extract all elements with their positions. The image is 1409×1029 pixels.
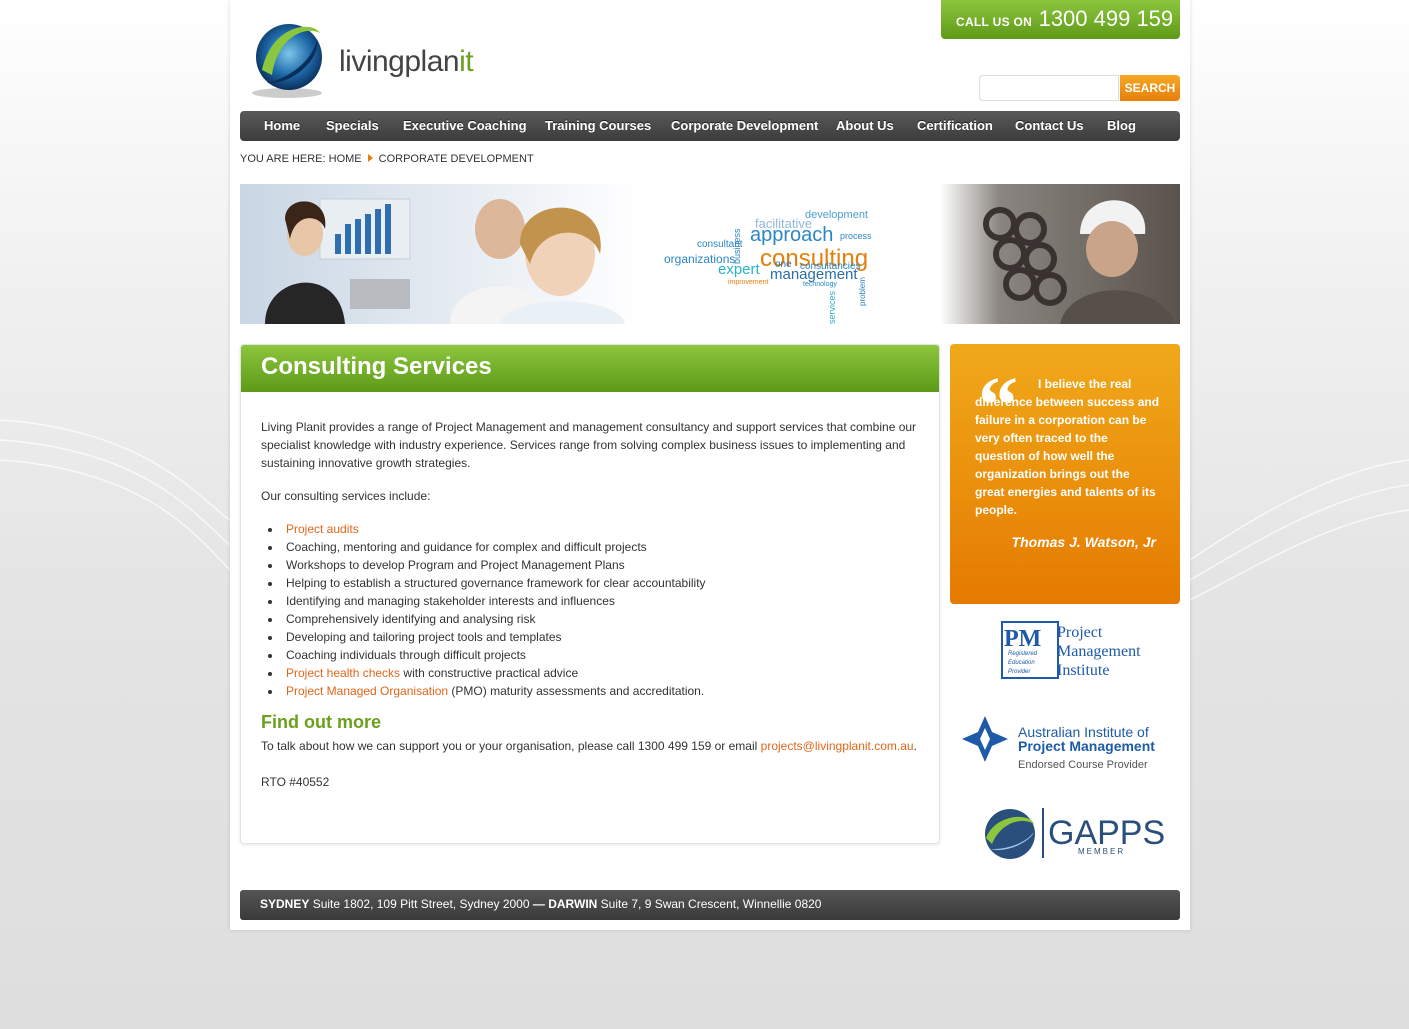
svg-text:Endorsed Course Provider: Endorsed Course Provider	[1018, 759, 1148, 771]
nav-item-about-us[interactable]: About Us	[836, 111, 894, 141]
search-button[interactable]: SEARCH	[1120, 75, 1180, 101]
banner-image: development approach consulting manageme…	[240, 184, 1180, 324]
svg-text:consultancies: consultancies	[800, 261, 861, 272]
hero-banner: development approach consulting manageme…	[240, 184, 1180, 324]
list-item: Workshops to develop Program and Project…	[268, 556, 919, 574]
nav-item-training-courses[interactable]: Training Courses	[545, 111, 651, 141]
nav-item-contact-us[interactable]: Contact Us	[1015, 111, 1084, 141]
find-out-more-heading: Find out more	[261, 712, 381, 732]
nav-item-specials[interactable]: Specials	[326, 111, 379, 141]
svg-text:problem: problem	[858, 277, 867, 306]
breadcrumb: YOU ARE HERE: HOME CORPORATE DEVELOPMENT	[240, 153, 534, 165]
footer-address-darwin: Suite 7, 9 Swan Crescent, Winnellie 0820	[600, 897, 822, 911]
pmi-logo[interactable]: PM Registered Education Provider Project…	[950, 618, 1180, 683]
svg-text:Project: Project	[1057, 624, 1103, 641]
main-nav: Home Specials Executive Coaching Trainin…	[240, 111, 1180, 141]
page-title: Consulting Services	[261, 353, 492, 380]
nav-item-home[interactable]: Home	[264, 111, 300, 141]
list-item-text: (PMO) maturity assessments and accredita…	[448, 684, 705, 698]
consulting-word-cloud: development approach consulting manageme…	[664, 209, 872, 324]
search-input[interactable]	[979, 75, 1119, 101]
page-container: livingplanit CALL US ON 1300 499 159 SEA…	[230, 0, 1190, 930]
svg-text:improvement: improvement	[728, 279, 769, 286]
nav-item-corporate-development[interactable]: Corporate Development	[671, 111, 818, 141]
svg-text:Management: Management	[1057, 643, 1141, 660]
email-link[interactable]: projects@livingplanit.com.au	[761, 739, 914, 753]
office-people-photo	[240, 184, 640, 324]
list-item-text: with constructive practical advice	[400, 666, 579, 680]
footer-bar: SYDNEY Suite 1802, 109 Pitt Street, Sydn…	[240, 890, 1180, 920]
list-item: Identifying and managing stakeholder int…	[268, 592, 919, 610]
footer-city-sydney: SYDNEY	[260, 897, 310, 911]
svg-text:MEMBER: MEMBER	[1078, 847, 1125, 856]
quote-author: Thomas J. Watson, Jr	[1011, 534, 1156, 550]
services-list: Project audits Coaching, mentoring and g…	[261, 520, 919, 700]
quote-text: I believe the real difference between su…	[975, 377, 1160, 517]
svg-text:technology: technology	[803, 281, 837, 288]
call-us-banner[interactable]: CALL US ON 1300 499 159	[941, 0, 1180, 39]
breadcrumb-current: CORPORATE DEVELOPMENT	[378, 153, 534, 165]
list-item: Helping to establish a structured govern…	[268, 574, 919, 592]
rto-number: RTO #40552	[261, 775, 330, 789]
footer-city-darwin: DARWIN	[548, 897, 598, 911]
svg-text:PM: PM	[1004, 626, 1041, 652]
services-intro: Our consulting services include:	[261, 489, 431, 503]
pmo-link[interactable]: Project Managed Organisation	[286, 684, 448, 698]
nav-item-blog[interactable]: Blog	[1107, 111, 1136, 141]
svg-text:Registered: Registered	[1008, 651, 1038, 657]
breadcrumb-home[interactable]: HOME	[329, 153, 362, 165]
gapps-logo-image: GAPPS MEMBER	[985, 808, 1165, 859]
logo-wordmark: livingplanit	[339, 45, 474, 78]
pmi-logo-image: PM Registered Education Provider Project…	[1001, 621, 1141, 679]
list-item: Coaching, mentoring and guidance for com…	[268, 538, 919, 556]
breadcrumb-arrow-icon	[367, 154, 373, 162]
svg-text:facilitative: facilitative	[755, 216, 812, 231]
phone-number[interactable]: 1300 499 159	[1039, 6, 1174, 31]
svg-text:Education: Education	[1008, 660, 1035, 666]
site-logo[interactable]: livingplanit	[242, 15, 474, 100]
svg-text:one: one	[775, 259, 792, 270]
list-item: Developing and tailoring project tools a…	[268, 628, 919, 646]
nav-item-certification[interactable]: Certification	[917, 111, 993, 141]
project-audits-link[interactable]: Project audits	[286, 522, 359, 536]
list-item: Comprehensively identifying and analysin…	[268, 610, 919, 628]
nav-item-executive-coaching[interactable]: Executive Coaching	[403, 111, 527, 141]
project-health-checks-link[interactable]: Project health checks	[286, 666, 400, 680]
svg-text:Project Management: Project Management	[1018, 738, 1155, 754]
breadcrumb-prefix: YOU ARE HERE:	[240, 153, 326, 165]
aipm-logo-image: Australian Institute of Project Manageme…	[962, 716, 1155, 771]
contact-text: To talk about how we can support you or …	[261, 739, 758, 753]
svg-text:development: development	[805, 209, 868, 221]
footer-address-sydney: Suite 1802, 109 Pitt Street, Sydney 2000	[312, 897, 530, 911]
svg-text:Institute: Institute	[1057, 662, 1109, 679]
svg-text:Provider: Provider	[1008, 669, 1031, 675]
gapps-logo[interactable]: GAPPS MEMBER	[950, 804, 1180, 862]
intro-paragraph: Living Planit provides a range of Projec…	[261, 420, 917, 470]
globe-logo-icon	[252, 24, 322, 98]
svg-text:services: services	[827, 290, 837, 324]
worker-photo	[940, 184, 1180, 324]
call-us-label: CALL US ON	[956, 15, 1033, 29]
main-content-panel: Consulting Services Living Planit provid…	[240, 344, 940, 844]
list-item: Project audits	[268, 520, 919, 538]
main-header: Consulting Services	[241, 345, 939, 392]
svg-text:business: business	[732, 228, 742, 264]
list-item: Project health checks with constructive …	[268, 664, 919, 682]
contact-text-end: .	[913, 739, 917, 753]
list-item: Project Managed Organisation (PMO) matur…	[268, 682, 919, 700]
quote-box: “ I believe the real difference between …	[950, 344, 1180, 604]
contact-paragraph: To talk about how we can support you or …	[261, 737, 919, 755]
list-item: Coaching individuals through difficult p…	[268, 646, 919, 664]
footer-separator: —	[532, 897, 545, 911]
svg-text:process: process	[840, 231, 872, 241]
aipm-logo[interactable]: Australian Institute of Project Manageme…	[950, 712, 1180, 774]
